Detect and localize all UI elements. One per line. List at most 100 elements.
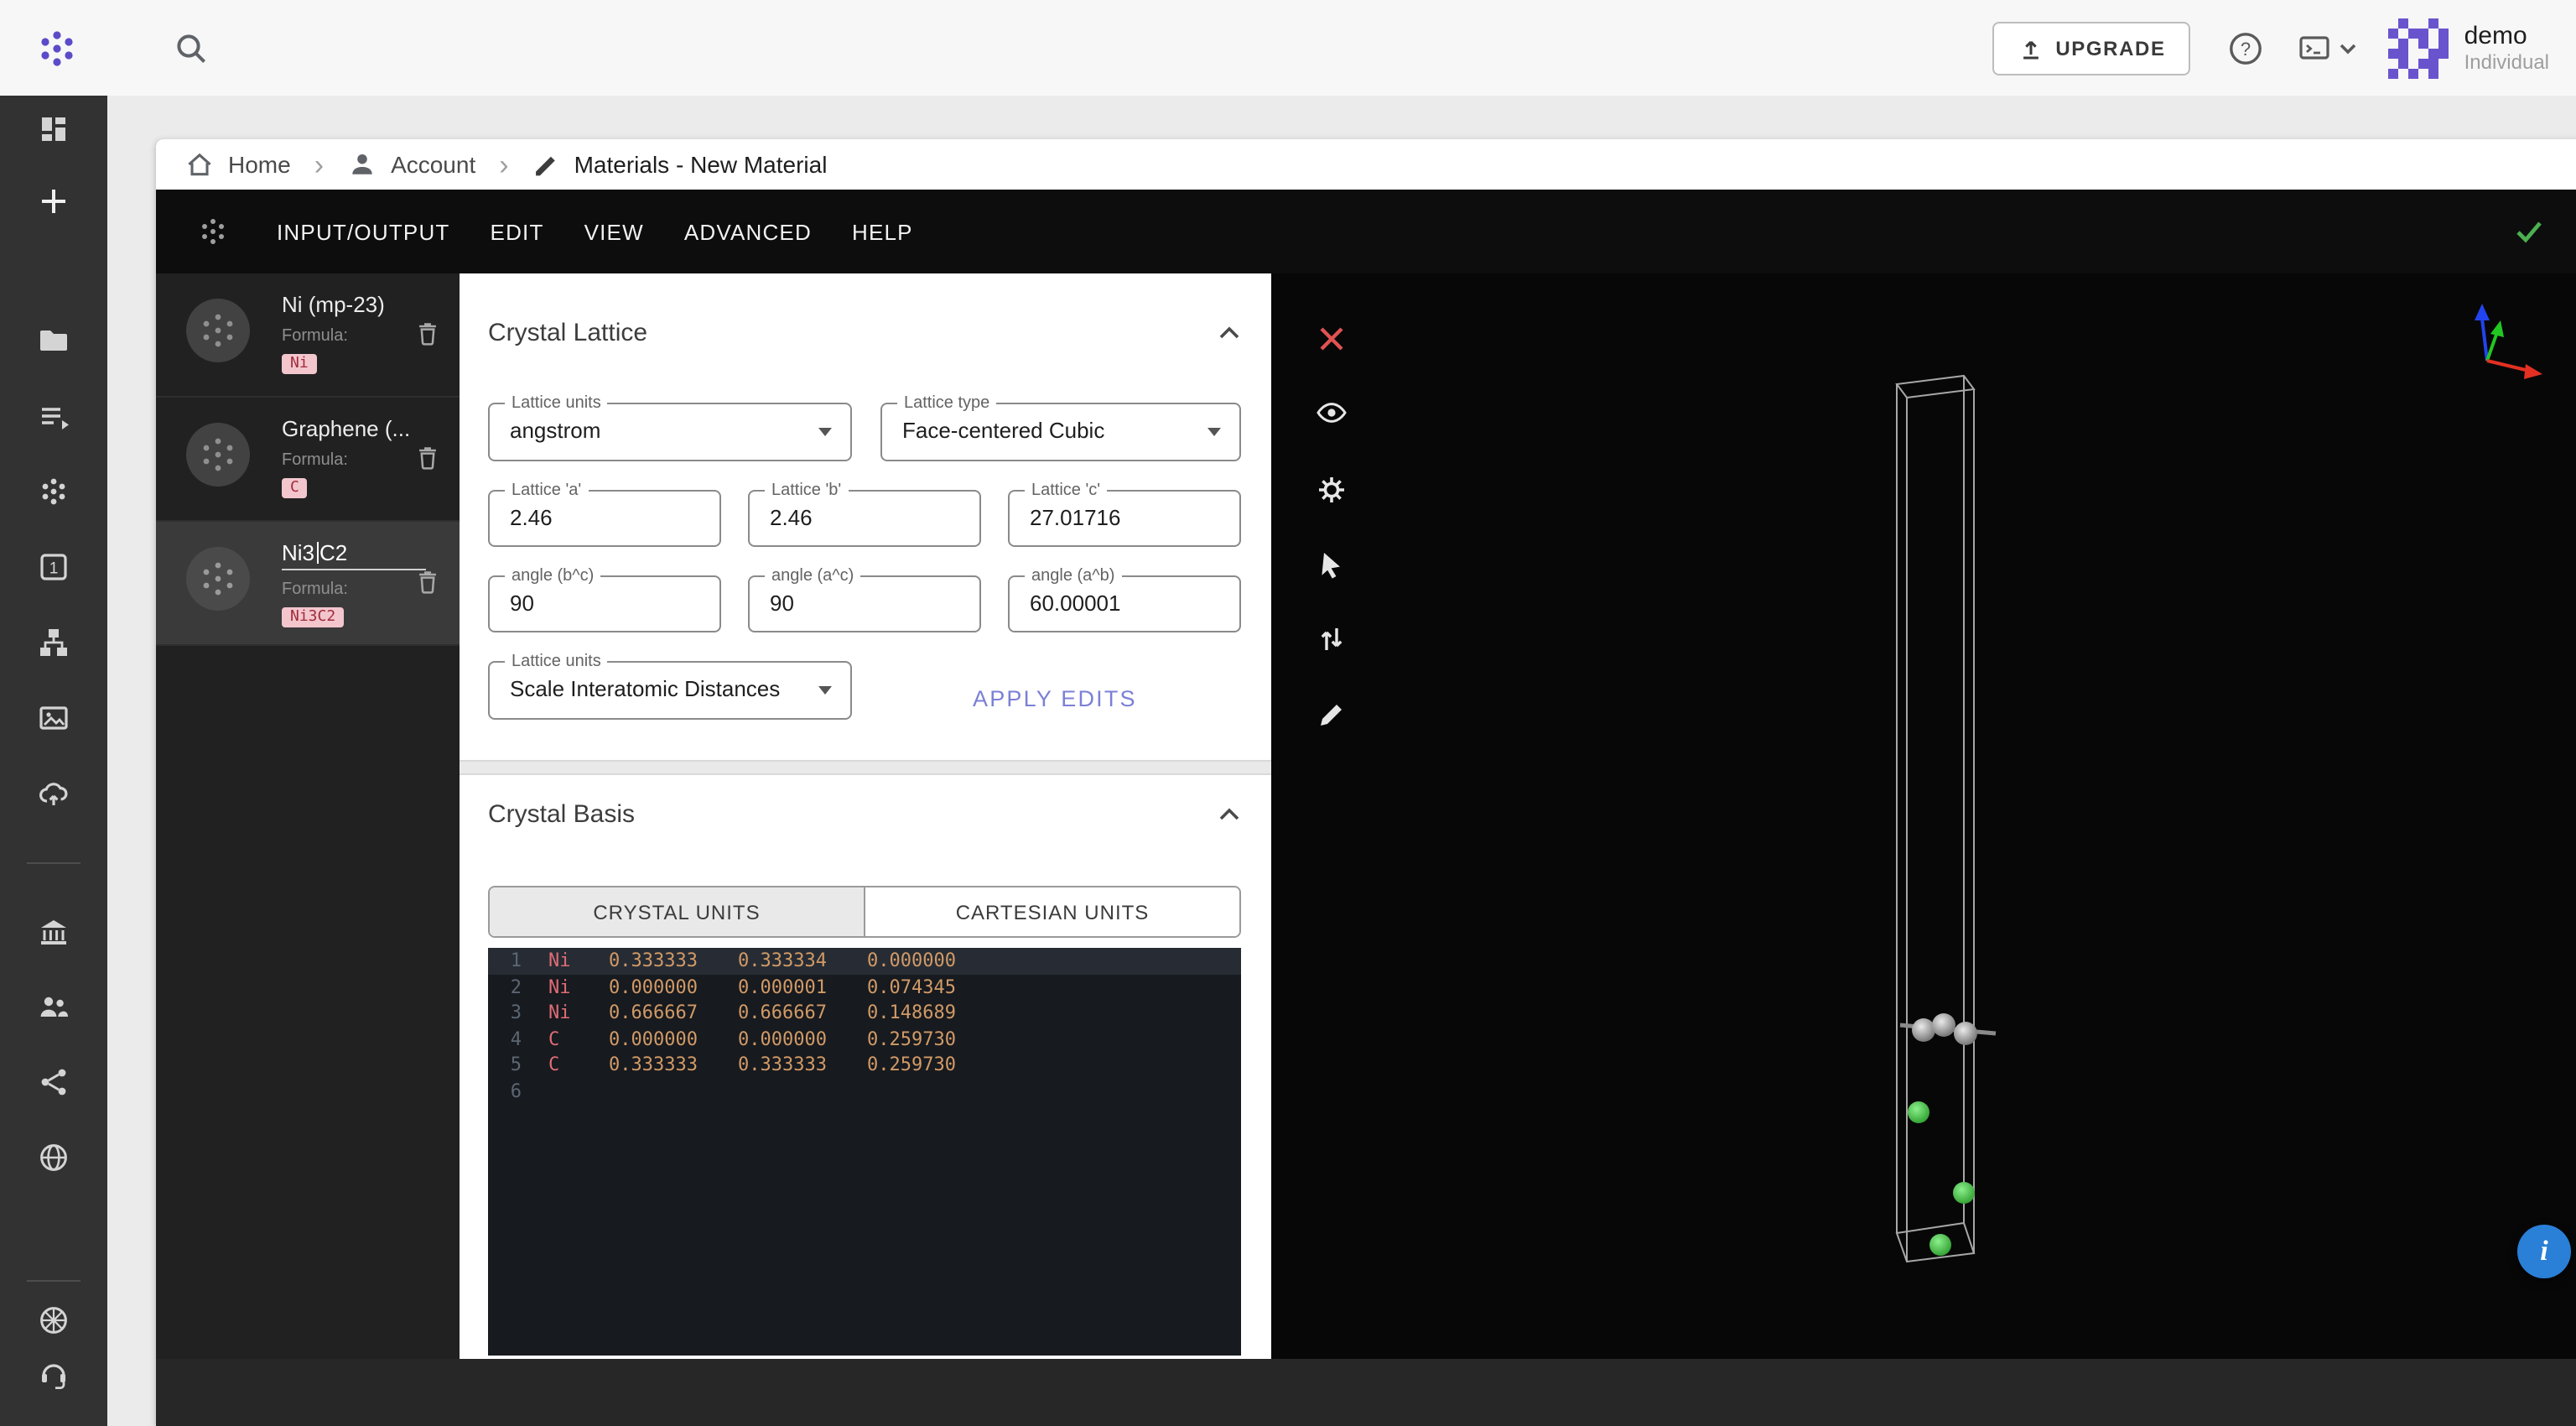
coord-z: 0.259730 bbox=[867, 1026, 996, 1052]
lattice-type-select[interactable]: Lattice type Face-centered Cubic bbox=[880, 403, 1241, 461]
svg-text:1: 1 bbox=[49, 559, 59, 577]
menu-advanced[interactable]: ADVANCED bbox=[684, 219, 812, 244]
menu-edit[interactable]: EDIT bbox=[491, 219, 544, 244]
menu-view[interactable]: VIEW bbox=[584, 219, 644, 244]
settings-icon[interactable] bbox=[1315, 473, 1348, 507]
cloud-upload-icon[interactable] bbox=[37, 777, 70, 810]
globe-icon[interactable] bbox=[37, 1141, 70, 1174]
edit-pencil-icon[interactable] bbox=[1315, 698, 1348, 731]
scale-units-select[interactable]: Lattice units Scale Interatomic Distance… bbox=[488, 661, 852, 720]
app-logo-icon[interactable] bbox=[37, 28, 77, 68]
atom-Ni bbox=[1954, 1022, 1977, 1045]
counter-one-icon[interactable]: 1 bbox=[37, 550, 70, 584]
structure-atoms bbox=[1908, 1013, 1977, 1256]
breadcrumb-label: Home bbox=[228, 151, 291, 178]
coord-y: 0.666667 bbox=[738, 1000, 867, 1026]
material-name: Graphene (... bbox=[282, 416, 446, 441]
breadcrumb-separator: › bbox=[314, 150, 324, 179]
upgrade-button[interactable]: UPGRADE bbox=[1992, 21, 2190, 75]
svg-text:?: ? bbox=[2241, 38, 2251, 59]
tab-cartesian-units[interactable]: CARTESIAN UNITS bbox=[865, 887, 1239, 936]
collapse-lattice-icon[interactable] bbox=[1218, 324, 1241, 341]
delete-icon[interactable] bbox=[413, 441, 443, 475]
breadcrumb-home[interactable]: Home bbox=[184, 149, 291, 180]
coord-x: 0.333333 bbox=[609, 948, 738, 974]
add-icon[interactable] bbox=[37, 185, 70, 218]
field-label: angle (b^c) bbox=[505, 567, 600, 585]
media-icon[interactable] bbox=[37, 701, 70, 735]
coord-z bbox=[867, 1078, 996, 1104]
folder-icon[interactable] bbox=[37, 324, 70, 357]
coord-y: 0.000000 bbox=[738, 1026, 867, 1052]
material-name-input[interactable]: Ni3 C2 bbox=[282, 540, 426, 570]
coord-y: 0.333333 bbox=[738, 1052, 867, 1078]
angle-ac-input[interactable]: angle (a^c) 90 bbox=[748, 575, 981, 632]
angle-bc-input[interactable]: angle (b^c) 90 bbox=[488, 575, 721, 632]
share-icon[interactable] bbox=[37, 1065, 70, 1099]
web-icon[interactable] bbox=[37, 1304, 70, 1337]
element-symbol: Ni bbox=[532, 1000, 609, 1026]
delete-icon[interactable] bbox=[413, 317, 443, 351]
lattice-a-input[interactable]: Lattice 'a' 2.46 bbox=[488, 490, 721, 547]
basis-code-editor[interactable]: 1 Ni 0.333333 0.333334 0.000000 2 Ni 0.0… bbox=[488, 948, 1241, 1356]
coord-x: 0.000000 bbox=[609, 974, 738, 1000]
field-label: Lattice 'c' bbox=[1025, 481, 1107, 500]
support-icon[interactable] bbox=[37, 1356, 70, 1389]
structure-canvas[interactable] bbox=[1271, 273, 2576, 1359]
team-icon[interactable] bbox=[37, 990, 70, 1023]
save-check-icon[interactable] bbox=[2511, 213, 2547, 250]
materials-icon[interactable] bbox=[37, 475, 70, 508]
line-number: 6 bbox=[488, 1078, 532, 1104]
code-line: 6 bbox=[488, 1078, 1241, 1104]
formula-chip: Ni3C2 bbox=[282, 607, 344, 627]
sidebar-divider bbox=[27, 1280, 80, 1282]
angle-ab-input[interactable]: angle (a^b) 60.00001 bbox=[1008, 575, 1241, 632]
import-export-icon[interactable] bbox=[1315, 622, 1348, 656]
collapse-basis-icon[interactable] bbox=[1218, 805, 1241, 822]
close-icon[interactable] bbox=[1315, 322, 1348, 356]
menu-input-output[interactable]: INPUT/OUTPUT bbox=[277, 219, 450, 244]
chevron-down-icon bbox=[2339, 41, 2359, 55]
line-number: 5 bbox=[488, 1052, 532, 1078]
search-icon[interactable] bbox=[173, 29, 210, 66]
viewer-panel: i bbox=[1271, 273, 2576, 1359]
apply-edits-button[interactable]: APPLY EDITS bbox=[956, 676, 1154, 721]
code-line: 2 Ni 0.000000 0.000001 0.074345 bbox=[488, 974, 1241, 1000]
info-button[interactable]: i bbox=[2517, 1225, 2571, 1278]
select-tool-icon[interactable] bbox=[1315, 549, 1348, 582]
material-item-selected[interactable]: Ni3 C2 Formula: Ni3C2 bbox=[156, 522, 460, 646]
material-name: Ni (mp-23) bbox=[282, 292, 446, 317]
lattice-units-select[interactable]: Lattice units angstrom bbox=[488, 403, 852, 461]
visibility-icon[interactable] bbox=[1315, 396, 1348, 429]
text-cursor bbox=[316, 542, 318, 564]
coord-z: 0.074345 bbox=[867, 974, 996, 1000]
workflows-icon[interactable] bbox=[37, 626, 70, 659]
playlist-icon[interactable] bbox=[37, 401, 70, 435]
dashboard-icon[interactable] bbox=[37, 112, 70, 146]
breadcrumb-account[interactable]: Account bbox=[347, 149, 475, 180]
topbar: UPGRADE ? bbox=[0, 0, 2576, 96]
tab-crystal-units[interactable]: CRYSTAL UNITS bbox=[490, 887, 865, 936]
atom-C bbox=[1908, 1101, 1929, 1123]
material-item[interactable]: Graphene (... Formula: C bbox=[156, 398, 460, 522]
organization-icon[interactable] bbox=[37, 914, 70, 948]
element-symbol: Ni bbox=[532, 948, 609, 974]
section-divider bbox=[460, 760, 1271, 775]
user-menu[interactable]: demo Individual bbox=[2389, 18, 2549, 78]
lattice-b-input[interactable]: Lattice 'b' 2.46 bbox=[748, 490, 981, 547]
main-card: Home › Account › Materials - New Materia… bbox=[156, 139, 2576, 1426]
field-label: Lattice 'b' bbox=[765, 481, 848, 500]
menu-help[interactable]: HELP bbox=[852, 219, 913, 244]
coord-z: 0.259730 bbox=[867, 1052, 996, 1078]
breadcrumb-label: Materials - New Material bbox=[574, 151, 828, 178]
console-menu-button[interactable] bbox=[2298, 31, 2359, 65]
help-icon[interactable]: ? bbox=[2228, 29, 2265, 66]
formula-chip: Ni bbox=[282, 354, 317, 374]
lattice-c-input[interactable]: Lattice 'c' 27.01716 bbox=[1008, 490, 1241, 547]
material-item[interactable]: Ni (mp-23) Formula: Ni bbox=[156, 273, 460, 398]
code-line: 5 C 0.333333 0.333333 0.259730 bbox=[488, 1052, 1241, 1078]
content-row: Ni (mp-23) Formula: Ni bbox=[156, 273, 2576, 1359]
coord-z: 0.148689 bbox=[867, 1000, 996, 1026]
upload-icon bbox=[2017, 34, 2044, 61]
delete-icon[interactable] bbox=[413, 565, 443, 599]
